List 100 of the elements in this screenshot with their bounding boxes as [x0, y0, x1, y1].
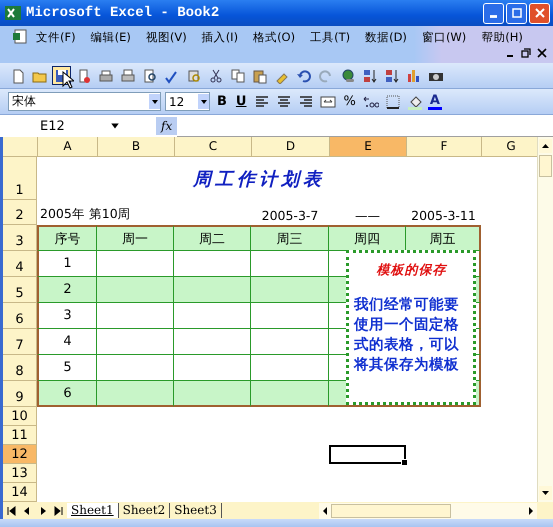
percent-button[interactable]: %	[340, 94, 359, 109]
decimal-icon[interactable]	[363, 94, 380, 110]
menu-item[interactable]: 数据(D)	[365, 30, 407, 44]
row-header[interactable]: 13	[3, 464, 37, 483]
globe-link-icon	[340, 68, 356, 84]
bar-chart-icon	[406, 68, 422, 84]
menu-item[interactable]: 插入(I)	[202, 30, 238, 44]
redo-icon	[318, 68, 334, 84]
maximize-icon	[512, 8, 522, 18]
caret-icon	[150, 98, 158, 106]
text-box-body: 我们经常可能要使用一个固定格式的表格，可以将其保存为模板	[354, 296, 460, 375]
start-date: 2005-3-7	[262, 208, 318, 223]
close-icon	[534, 8, 544, 18]
excel-icon	[5, 5, 21, 21]
underline-button[interactable]: U	[232, 94, 250, 109]
row-header[interactable]: 2	[3, 200, 37, 225]
close-button[interactable]	[529, 2, 550, 24]
borders-icon[interactable]	[385, 94, 402, 110]
end-date: 2005-3-11	[411, 208, 476, 223]
window-title: Microsoft Excel - Book2	[26, 5, 220, 21]
caret-icon	[200, 98, 208, 106]
scroll-up-icon[interactable]	[539, 139, 552, 153]
row-header[interactable]: 14	[3, 483, 37, 502]
row-header[interactable]: 9	[3, 381, 37, 407]
maximize-button[interactable]	[506, 2, 527, 24]
active-cell[interactable]	[329, 445, 406, 464]
font-color-button[interactable]: A	[428, 94, 442, 110]
sheet-title: 周工作计划表	[193, 168, 325, 190]
sheet-tab[interactable]: Sheet2	[118, 503, 170, 518]
minimize-button[interactable]	[483, 2, 504, 24]
text-box-heading: 模板的保存	[376, 262, 448, 279]
bold-button[interactable]: B	[214, 94, 230, 109]
sheet-tab[interactable]: Sheet3	[170, 503, 222, 518]
last-sheet-icon[interactable]	[53, 504, 65, 516]
column-heading: 周四	[329, 225, 406, 251]
name-box[interactable]: E12	[0, 118, 82, 134]
column-heading: 周三	[251, 225, 329, 251]
row-number-cell: 6	[37, 381, 97, 407]
vertical-scrollbar[interactable]	[537, 137, 553, 502]
row-header[interactable]: 4	[3, 251, 37, 277]
column-heading: 周五	[406, 225, 481, 251]
row-header[interactable]: 12	[3, 445, 37, 464]
column-heading: 序号	[37, 225, 97, 251]
menu-item[interactable]: 文件(F)	[36, 30, 76, 44]
menu-item[interactable]: 帮助(H)	[481, 30, 523, 44]
menu-item[interactable]: 工具(T)	[310, 30, 350, 44]
research-icon	[186, 68, 202, 84]
column-header[interactable]: D	[252, 137, 330, 157]
row-header[interactable]: 8	[3, 355, 37, 381]
print-icon	[120, 68, 136, 84]
undo-icon	[296, 68, 312, 84]
font-dropdown[interactable]: 宋体	[8, 92, 161, 111]
sort-descending-icon	[384, 68, 400, 84]
row-header[interactable]: 5	[3, 277, 37, 303]
caret-icon[interactable]	[110, 121, 120, 131]
printer-icon	[98, 68, 114, 84]
menu-item[interactable]: 窗口(W)	[422, 30, 466, 44]
column-header[interactable]: A	[38, 137, 98, 157]
cut-icon	[208, 68, 224, 84]
first-sheet-icon[interactable]	[5, 504, 17, 516]
scroll-down-icon[interactable]	[539, 486, 552, 500]
week-label: 2005年 第10周	[40, 206, 131, 223]
menu-item[interactable]: 视图(V)	[146, 30, 187, 44]
workbook-icon	[12, 29, 28, 45]
column-header[interactable]: F	[407, 137, 482, 157]
close-icon[interactable]	[537, 48, 547, 58]
row-header[interactable]: 10	[3, 407, 37, 426]
font-size-dropdown[interactable]: 12	[165, 92, 210, 111]
merge-center-icon[interactable]	[320, 94, 336, 110]
row-header[interactable]: 6	[3, 303, 37, 329]
align-right-icon[interactable]	[298, 94, 314, 110]
sheet-tab[interactable]: Sheet1	[67, 503, 119, 518]
restore-icon[interactable]	[521, 48, 531, 58]
align-left-icon[interactable]	[254, 94, 270, 110]
row-header[interactable]: 7	[3, 329, 37, 355]
row-number-cell: 4	[37, 329, 97, 355]
scroll-thumb[interactable]	[539, 155, 552, 177]
copy-icon	[230, 68, 246, 84]
row-header[interactable]: 1	[3, 157, 37, 200]
sort-ascending-icon	[362, 68, 378, 84]
scroll-thumb[interactable]	[331, 504, 451, 518]
row-header[interactable]: 11	[3, 426, 37, 445]
paste-icon	[252, 68, 268, 84]
fill-color-icon[interactable]	[407, 94, 424, 110]
column-header[interactable]: E	[330, 137, 407, 157]
row-number-cell: 2	[37, 277, 97, 303]
column-heading: 周二	[174, 225, 251, 251]
menu-item[interactable]: 格式(O)	[253, 30, 296, 44]
column-header[interactable]: B	[98, 137, 175, 157]
row-header[interactable]: 3	[3, 225, 37, 251]
function-label[interactable]: fx	[156, 117, 178, 135]
row-number-cell: 3	[37, 303, 97, 329]
cursor-icon	[62, 71, 74, 89]
menu-item[interactable]: 编辑(E)	[90, 30, 131, 44]
column-header[interactable]: C	[175, 137, 252, 157]
horizontal-scrollbar[interactable]	[319, 502, 537, 518]
date-separator: ——	[355, 208, 380, 223]
preview-icon	[142, 68, 158, 84]
column-header[interactable]: G	[482, 137, 537, 157]
align-center-icon[interactable]	[276, 94, 292, 110]
